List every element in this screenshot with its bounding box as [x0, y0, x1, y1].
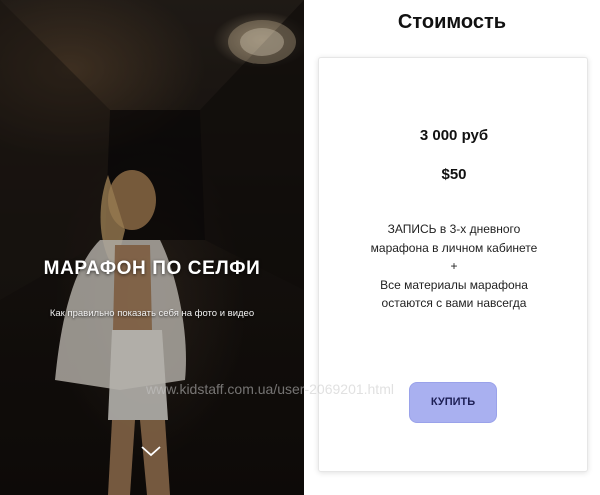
- buy-button[interactable]: КУПИТЬ: [409, 382, 497, 423]
- hero-background-photo: [0, 0, 304, 495]
- price-card: 3 000 руб $50 ЗАПИСЬ в 3-х дневного мара…: [318, 57, 588, 472]
- hero-section: МАРАФОН ПО СЕЛФИ Как правильно показать …: [0, 0, 304, 495]
- section-title: Стоимость: [397, 11, 507, 33]
- description-line: марафона в личном кабинете: [370, 240, 538, 255]
- hero-title: МАРАФОН ПО СЕЛФИ: [43, 258, 261, 279]
- pricing-section: Стоимость 3 000 руб $50 ЗАПИСЬ в 3-х дне…: [304, 0, 600, 495]
- description-line: остаются с вами навсегда: [381, 296, 527, 310]
- description-line: Все материалы марафона: [380, 277, 528, 292]
- tariff-description: ЗАПИСЬ в 3-х дневного марафона в личном …: [319, 220, 589, 313]
- description-line: +: [450, 259, 458, 273]
- chevron-down-icon[interactable]: [140, 444, 162, 458]
- price-usd: $50: [441, 166, 467, 183]
- hero-subtitle: Как правильно показать себя на фото и ви…: [49, 308, 255, 319]
- price-rub: 3 000 руб: [419, 127, 489, 144]
- description-line: ЗАПИСЬ в 3-х дневного: [387, 222, 521, 236]
